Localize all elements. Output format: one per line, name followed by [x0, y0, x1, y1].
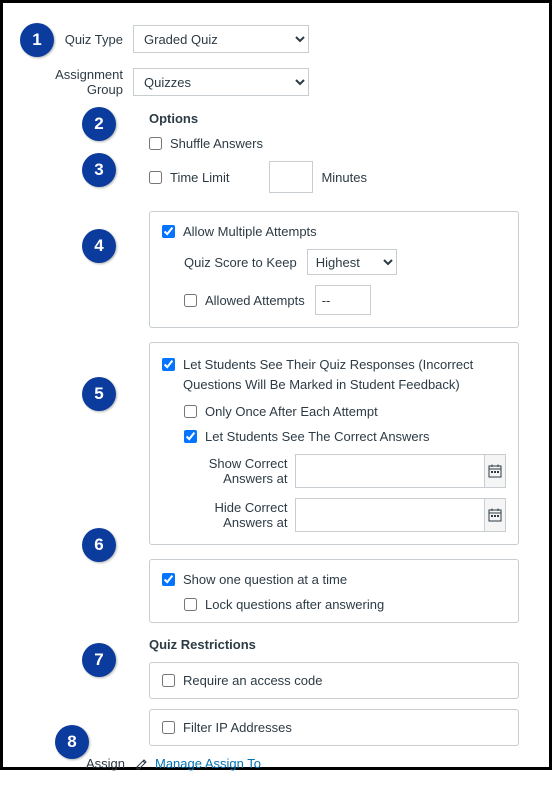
one-question-row: Show one question at a time — [162, 572, 506, 587]
assignment-group-label: Assignment Group — [19, 67, 133, 97]
minutes-label: Minutes — [321, 170, 367, 185]
assignment-group-row: Assignment Group Quizzes — [19, 67, 533, 97]
require-code-box: Require an access code — [149, 662, 519, 699]
show-correct-calendar-button[interactable] — [484, 454, 506, 488]
only-once-checkbox[interactable] — [184, 405, 197, 418]
options-heading: Options — [149, 111, 519, 126]
allowed-attempts-row: Allowed Attempts — [184, 285, 506, 315]
quiz-type-select[interactable]: Graded Quiz — [133, 25, 309, 53]
filter-ip-box: Filter IP Addresses — [149, 709, 519, 746]
allowed-attempts-label: Allowed Attempts — [205, 293, 305, 308]
lock-questions-row: Lock questions after answering — [184, 597, 506, 612]
one-question-label: Show one question at a time — [183, 572, 347, 587]
only-once-row: Only Once After Each Attempt — [184, 404, 506, 419]
quiz-restrictions-heading: Quiz Restrictions — [149, 637, 519, 652]
lock-questions-checkbox[interactable] — [184, 598, 197, 611]
quiz-type-row: Quiz Type Graded Quiz — [19, 25, 533, 53]
score-to-keep-label: Quiz Score to Keep — [184, 255, 297, 270]
multiple-attempts-panel: Allow Multiple Attempts Quiz Score to Ke… — [149, 211, 519, 328]
time-limit-input[interactable] — [269, 161, 313, 193]
callout-badge-5: 5 — [82, 377, 116, 411]
score-to-keep-select[interactable]: Highest — [307, 249, 397, 275]
allowed-attempts-checkbox[interactable] — [184, 294, 197, 307]
one-question-panel: Show one question at a time Lock questio… — [149, 559, 519, 623]
see-responses-checkbox[interactable] — [162, 358, 175, 371]
allowed-attempts-input[interactable] — [315, 285, 371, 315]
multiple-attempts-subsection: Quiz Score to Keep Highest Allowed Attem… — [184, 249, 506, 315]
filter-ip-checkbox[interactable] — [162, 721, 175, 734]
see-correct-row: Let Students See The Correct Answers — [184, 429, 506, 444]
manage-assign-text: Manage Assign To — [155, 756, 261, 771]
shuffle-answers-row: Shuffle Answers — [149, 136, 519, 151]
see-responses-label: Let Students See Their Quiz Responses (I… — [183, 355, 506, 394]
allow-multiple-checkbox[interactable] — [162, 225, 175, 238]
manage-assign-link[interactable]: Manage Assign To — [135, 756, 261, 771]
assignment-group-select[interactable]: Quizzes — [133, 68, 309, 96]
callout-badge-2: 2 — [82, 107, 116, 141]
hide-correct-label: Hide Correct Answers at — [206, 500, 295, 530]
lock-questions-label: Lock questions after answering — [205, 597, 384, 612]
responses-subsection: Only Once After Each Attempt Let Student… — [184, 404, 506, 532]
one-question-checkbox[interactable] — [162, 573, 175, 586]
calendar-icon — [488, 464, 502, 478]
callout-badge-3: 3 — [82, 153, 116, 187]
hide-correct-row: Hide Correct Answers at — [206, 498, 506, 532]
allow-multiple-row: Allow Multiple Attempts — [162, 224, 506, 239]
calendar-icon — [488, 508, 502, 522]
hide-correct-input[interactable] — [295, 498, 485, 532]
one-question-subsection: Lock questions after answering — [184, 597, 506, 612]
only-once-label: Only Once After Each Attempt — [205, 404, 378, 419]
shuffle-answers-checkbox[interactable] — [149, 137, 162, 150]
pencil-icon — [135, 757, 149, 771]
hide-correct-calendar-button[interactable] — [484, 498, 506, 532]
assign-label: Assign — [19, 756, 135, 771]
callout-badge-6: 6 — [82, 528, 116, 562]
see-correct-label: Let Students See The Correct Answers — [205, 429, 430, 444]
time-limit-label: Time Limit — [170, 170, 229, 185]
see-responses-row: Let Students See Their Quiz Responses (I… — [162, 355, 506, 394]
time-limit-row: Time Limit Minutes — [149, 161, 519, 193]
require-code-label: Require an access code — [183, 673, 322, 688]
assign-row: Assign Manage Assign To — [19, 756, 533, 771]
show-correct-label: Show Correct Answers at — [206, 456, 295, 486]
options-section: Options Shuffle Answers Time Limit Minut… — [149, 111, 519, 746]
require-code-checkbox[interactable] — [162, 674, 175, 687]
callout-badge-8: 8 — [55, 725, 89, 759]
shuffle-answers-label: Shuffle Answers — [170, 136, 263, 151]
callout-badge-4: 4 — [82, 229, 116, 263]
filter-ip-label: Filter IP Addresses — [183, 720, 292, 735]
score-to-keep-row: Quiz Score to Keep Highest — [184, 249, 506, 275]
allow-multiple-label: Allow Multiple Attempts — [183, 224, 317, 239]
quiz-settings-frame: 1 2 3 4 5 6 7 8 Quiz Type Graded Quiz As… — [0, 0, 552, 770]
callout-badge-7: 7 — [82, 643, 116, 677]
time-limit-checkbox[interactable] — [149, 171, 162, 184]
see-correct-checkbox[interactable] — [184, 430, 197, 443]
responses-panel: Let Students See Their Quiz Responses (I… — [149, 342, 519, 545]
show-correct-row: Show Correct Answers at — [206, 454, 506, 488]
show-correct-input[interactable] — [295, 454, 485, 488]
callout-badge-1: 1 — [20, 23, 54, 57]
